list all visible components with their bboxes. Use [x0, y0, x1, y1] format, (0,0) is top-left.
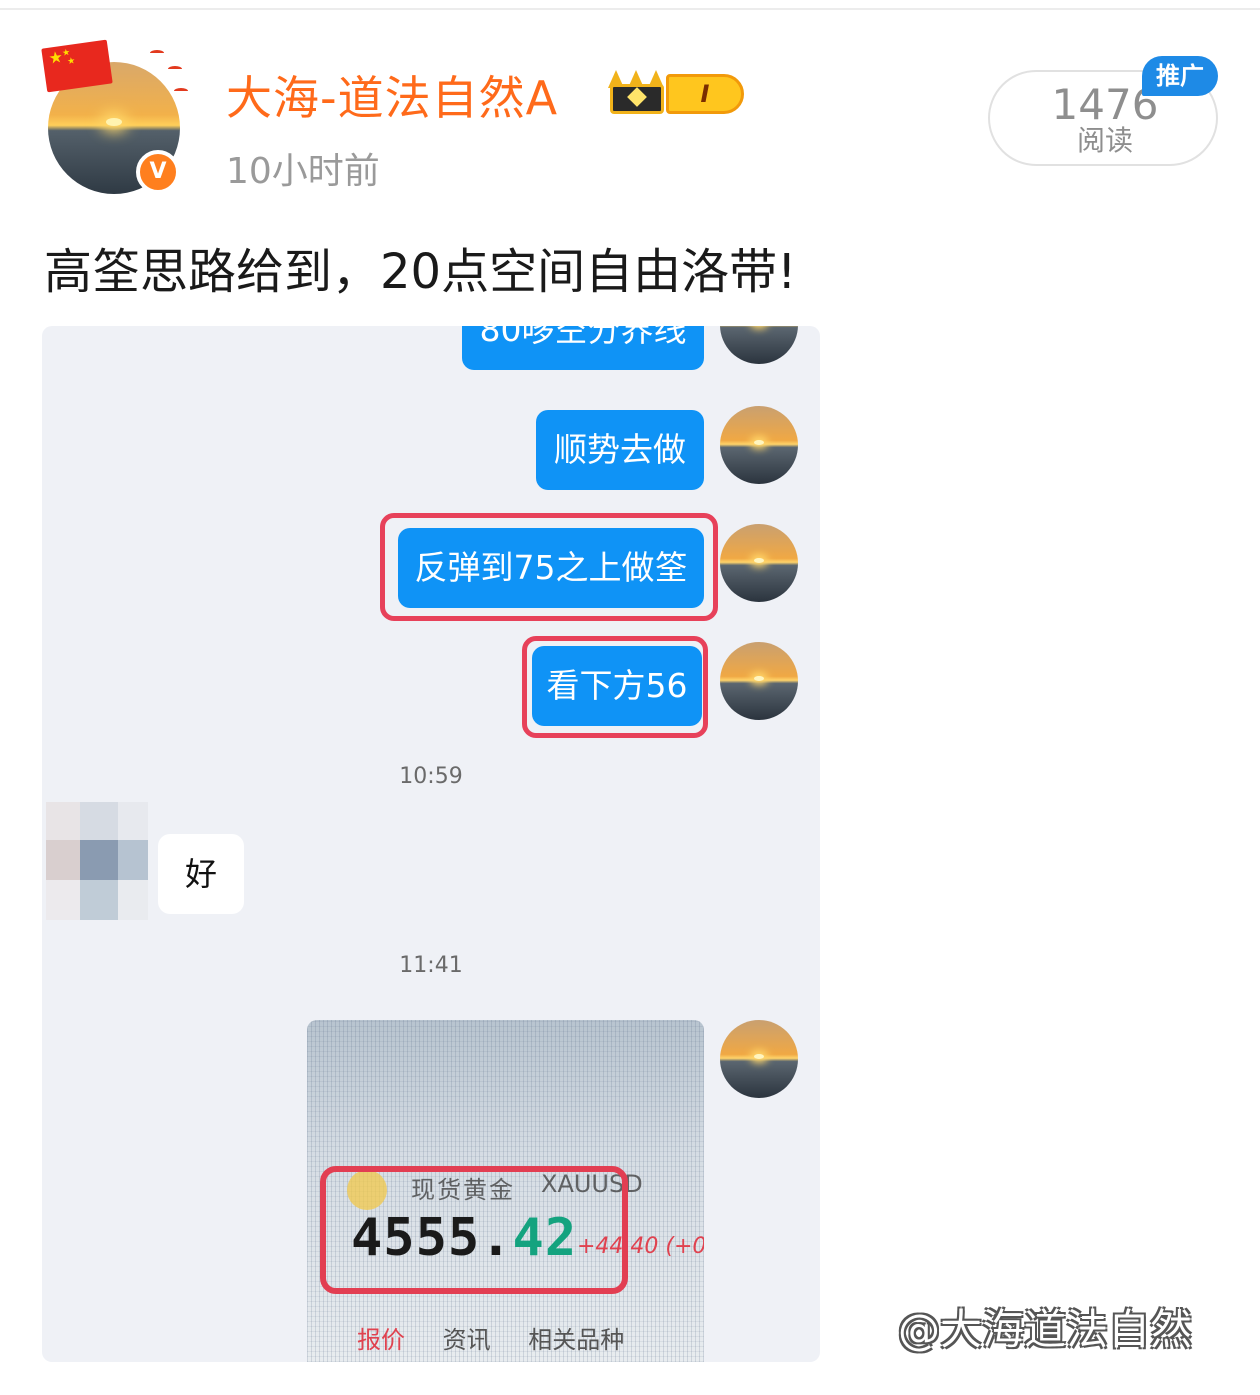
chat-bubble-outgoing: 80哆空分界线	[462, 326, 704, 370]
chat-timestamp: 11:41	[399, 953, 463, 978]
chat-bubble-outgoing: 反弹到75之上做筌	[398, 528, 704, 608]
china-flag-icon: ★ ★ ★	[41, 39, 113, 93]
chat-bubble-outgoing: 看下方56	[532, 646, 702, 726]
chat-bubble-incoming: 好	[158, 834, 244, 914]
chat-bubble-outgoing: 顺势去做	[536, 410, 704, 490]
chat-avatar	[720, 1020, 798, 1098]
tab-quote: 报价	[357, 1326, 405, 1354]
author-name[interactable]: 大海-道法自然A	[226, 62, 558, 128]
quote-tabs: 报价 资讯 相关品种	[357, 1320, 654, 1355]
top-divider	[0, 8, 1260, 10]
birds-decoration-icon	[140, 40, 190, 100]
chat-avatar	[720, 326, 798, 364]
chat-avatar	[720, 406, 798, 484]
author-avatar[interactable]: ★ ★ ★ V	[40, 39, 190, 200]
chat-timestamp: 10:59	[399, 764, 463, 789]
highlight-box	[320, 1166, 628, 1294]
verified-badge-icon: V	[136, 150, 180, 194]
crown-icon	[608, 70, 668, 116]
chat-screenshot[interactable]: 80哆空分界线 顺势去做 反弹到75之上做筌 看下方56 10:59 好 11:…	[42, 326, 820, 1362]
post-text: 高筌思路给到，20点空间自由洛带!	[44, 244, 797, 300]
chat-avatar	[720, 524, 798, 602]
chat-avatar	[720, 642, 798, 720]
member-level-badge[interactable]: I	[666, 74, 744, 114]
post-time: 10小时前	[226, 151, 380, 192]
tab-related: 相关品种	[528, 1326, 625, 1354]
tab-news: 资讯	[442, 1326, 491, 1354]
watermark: @大海道法自然	[898, 1305, 1193, 1354]
reads-label: 阅读	[1076, 124, 1133, 157]
promote-badge[interactable]: 推广	[1142, 56, 1218, 96]
